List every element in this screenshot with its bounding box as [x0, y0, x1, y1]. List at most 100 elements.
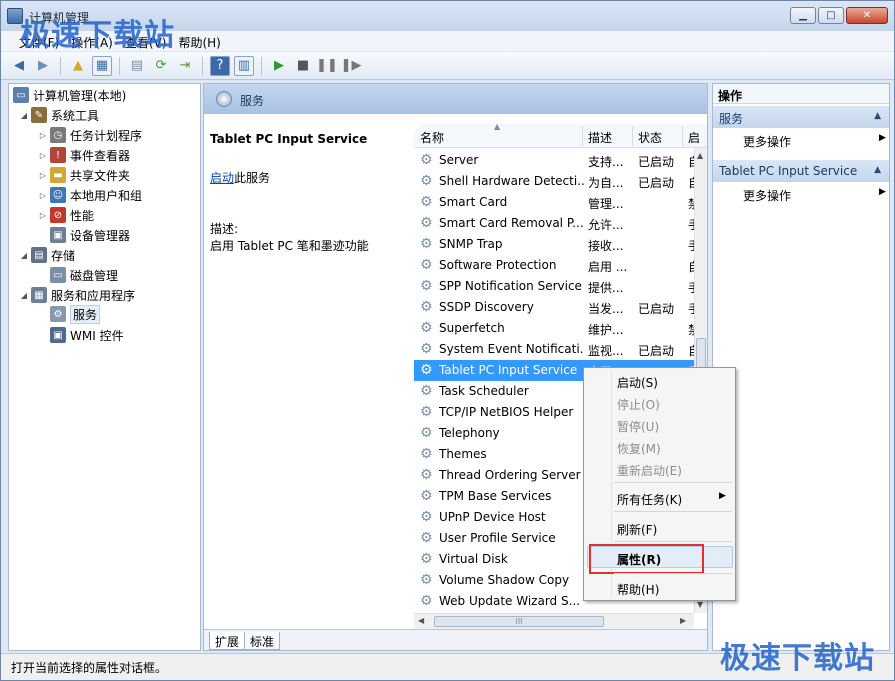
tree-item-local-users-groups[interactable]: ▷ ☺ 本地用户和组 [38, 185, 142, 205]
tree-item-device-manager[interactable]: ▣ 设备管理器 [50, 225, 130, 245]
shared-folder-icon: ▬ [50, 167, 66, 183]
collapse-icon[interactable]: ◢ [19, 111, 29, 120]
tree-item-computer-management[interactable]: ▭ 计算机管理(本地) [13, 85, 126, 105]
minimize-button[interactable]: ▁ [790, 7, 816, 24]
expand-icon[interactable]: ▷ [38, 151, 48, 160]
scroll-right-icon[interactable]: ▶ [680, 616, 686, 625]
column-status[interactable]: 状态 [638, 129, 662, 146]
service-name: Task Scheduler [439, 384, 529, 398]
table-row[interactable]: ⚙SPP Notification Service提供...手 [414, 276, 694, 297]
table-row[interactable]: ⚙SNMP Trap接收...手 [414, 234, 694, 255]
service-name: UPnP Device Host [439, 510, 546, 524]
up-folder-icon[interactable]: ▲ [68, 56, 88, 76]
watermark-top-left: 极速下载站 [20, 18, 175, 53]
collapse-icon[interactable]: ◢ [19, 251, 29, 260]
start-service-link[interactable]: 启动 [210, 171, 234, 185]
actions-section-services[interactable]: 服务 ▲ [713, 106, 889, 128]
tree-item-shared-folders[interactable]: ▷ ▬ 共享文件夹 [38, 165, 130, 185]
show-action-pane-icon[interactable]: ▥ [234, 55, 254, 76]
tab-standard[interactable]: 标准 [244, 632, 281, 650]
tree-item-performance[interactable]: ▷ ⊘ 性能 [38, 205, 94, 225]
help-icon[interactable]: ? [210, 55, 230, 76]
menu-help[interactable]: 帮助(H) [172, 31, 226, 51]
clock-icon: ◷ [50, 127, 66, 143]
more-actions-services[interactable]: 更多操作 ▶ [743, 133, 886, 150]
scroll-left-icon[interactable]: ◀ [418, 616, 424, 625]
menu-item-all-tasks[interactable]: 所有任务(K) ▶ [617, 491, 726, 508]
column-divider[interactable] [582, 126, 583, 146]
expand-icon[interactable]: ▷ [38, 131, 48, 140]
table-row[interactable]: ⚙SSDP Discovery当发...已启动手 [414, 297, 694, 318]
more-actions-selected-service[interactable]: 更多操作 ▶ [743, 187, 886, 204]
column-name[interactable]: 名称 [420, 129, 444, 146]
expand-icon[interactable]: ▷ [38, 211, 48, 220]
column-divider[interactable] [632, 126, 633, 146]
gear-icon: ⚙ [420, 467, 433, 483]
column-divider[interactable] [682, 126, 683, 146]
tree-item-wmi-control[interactable]: ▣ WMI 控件 [50, 325, 124, 345]
users-icon: ☺ [50, 187, 66, 203]
maximize-button[interactable]: □ [818, 7, 844, 24]
column-startup-type[interactable]: 启 [688, 129, 700, 146]
gear-icon: ⚙ [420, 488, 433, 504]
expand-icon[interactable]: ▷ [38, 191, 48, 200]
table-row[interactable]: ⚙Superfetch维护...禁 [414, 318, 694, 339]
forward-icon[interactable]: ▶ [33, 56, 53, 76]
actions-section-label: 服务 [719, 112, 744, 126]
show-hide-tree-icon[interactable]: ▦ [92, 55, 112, 76]
table-row[interactable]: ⚙Smart Card管理...禁 [414, 192, 694, 213]
gear-icon: ⚙ [420, 362, 433, 378]
scroll-down-icon[interactable]: ▼ [697, 600, 703, 609]
table-row[interactable]: ⚙Smart Card Removal P...允许...手 [414, 213, 694, 234]
toolbar-separator [119, 56, 120, 75]
scroll-up-icon[interactable]: ▲ [697, 151, 703, 160]
collapse-section-icon[interactable]: ▲ [874, 165, 881, 175]
stop-service-icon[interactable]: ■ [293, 56, 313, 76]
actions-title: 操作 [713, 84, 889, 104]
tree-item-storage[interactable]: ◢ ▤ 存储 [19, 245, 75, 265]
start-service-icon[interactable]: ▶ [269, 56, 289, 76]
service-name: Themes [439, 447, 487, 461]
window-controls: ▁ □ ✕ [790, 7, 888, 24]
tree-item-disk-management[interactable]: ▭ 磁盘管理 [50, 265, 118, 285]
horizontal-scrollbar[interactable]: ◀ III ▶ [414, 613, 694, 629]
collapse-icon[interactable]: ◢ [19, 291, 29, 300]
tree-item-task-scheduler[interactable]: ▷ ◷ 任务计划程序 [38, 125, 142, 145]
collapse-section-icon[interactable]: ▲ [874, 111, 881, 121]
tree-item-services-applications[interactable]: ◢ ▦ 服务和应用程序 [19, 285, 135, 305]
service-description: 允许... [588, 218, 624, 232]
tree-item-services[interactable]: ⚙ 服务 [50, 304, 101, 324]
tree-item-system-tools[interactable]: ◢ ✎ 系统工具 [19, 105, 99, 125]
gear-icon: ⚙ [420, 572, 433, 588]
gear-icon: ⚙ [420, 404, 433, 420]
pause-service-icon[interactable]: ❚❚ [316, 56, 338, 76]
tab-extended[interactable]: 扩展 [209, 632, 246, 650]
column-description[interactable]: 描述 [588, 129, 612, 146]
restart-service-icon[interactable]: ❚▶ [341, 56, 362, 76]
back-icon[interactable]: ◀ [9, 56, 29, 76]
close-button[interactable]: ✕ [846, 7, 888, 24]
gear-icon: ⚙ [420, 257, 433, 273]
horizontal-scroll-thumb[interactable]: III [434, 616, 604, 627]
export-list-icon[interactable]: ⇥ [175, 56, 195, 76]
list-header: ▲ 名称 描述 状态 启 [414, 124, 707, 148]
actions-section-selected-service[interactable]: Tablet PC Input Service ▲ [713, 160, 889, 182]
menu-item-restart: 重新启动(E) [617, 464, 682, 478]
menu-item-start[interactable]: 启动(S) [617, 374, 658, 391]
table-row[interactable]: ⚙Server支持...已启动自 [414, 150, 694, 171]
table-row[interactable]: ⚙Shell Hardware Detecti...为自...已启动自 [414, 171, 694, 192]
start-service-line: 启动此服务 [210, 169, 270, 186]
tree-item-event-viewer[interactable]: ▷ ! 事件查看器 [38, 145, 130, 165]
refresh-icon[interactable]: ⟳ [151, 56, 171, 76]
storage-icon: ▤ [31, 247, 47, 263]
menu-item-refresh[interactable]: 刷新(F) [617, 521, 657, 538]
service-name: Web Update Wizard S... [439, 594, 581, 608]
menu-item-help[interactable]: 帮助(H) [617, 581, 659, 598]
expand-icon[interactable]: ▷ [38, 171, 48, 180]
service-description: 提供... [588, 281, 624, 295]
service-description: 监视... [588, 344, 624, 358]
table-row[interactable]: ⚙Software Protection启用 ...自 [414, 255, 694, 276]
table-row[interactable]: ⚙System Event Notificati...监视...已启动自 [414, 339, 694, 360]
properties-page-icon[interactable]: ▤ [127, 56, 147, 76]
watermark-bottom-right: 极速下载站 [720, 641, 875, 676]
